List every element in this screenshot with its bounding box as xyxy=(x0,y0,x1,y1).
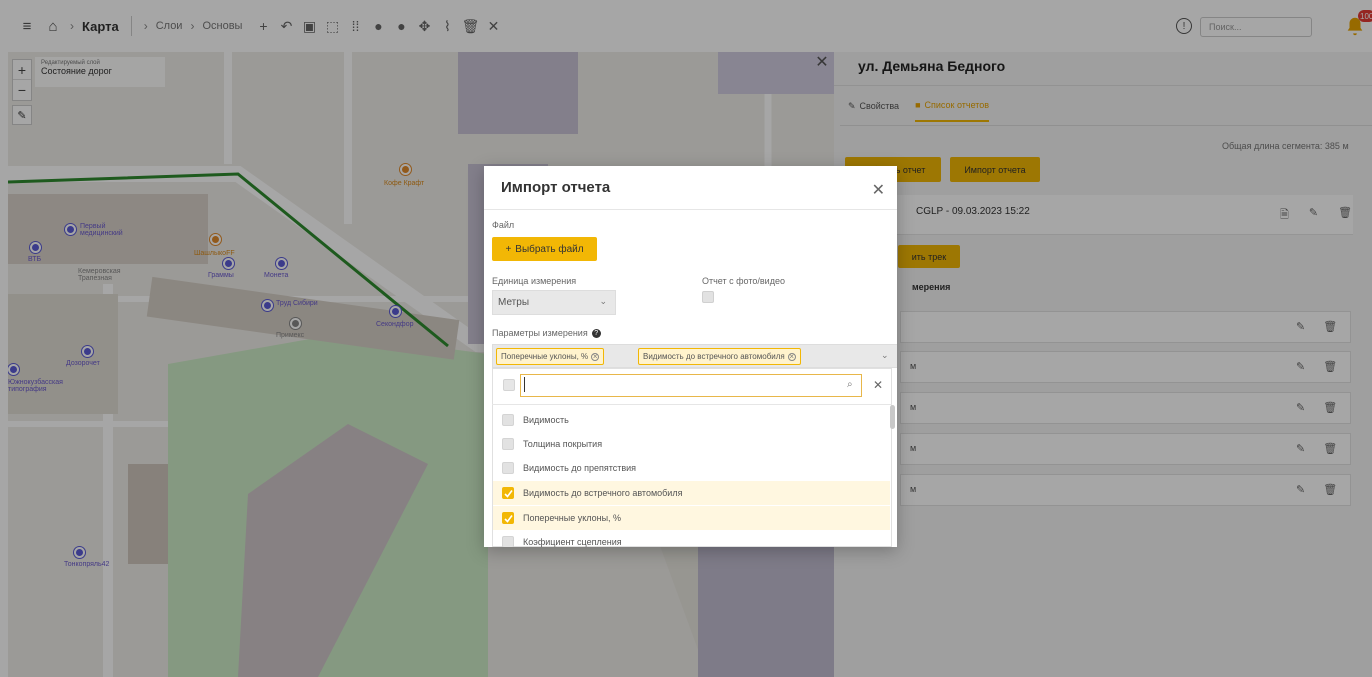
select-all-checkbox[interactable] xyxy=(503,379,515,391)
check-icon xyxy=(503,489,513,498)
param-option[interactable]: Видимость до препятствия xyxy=(493,456,890,480)
tag-label: Поперечные уклоны, % xyxy=(501,352,589,361)
unit-label: Единица измерения xyxy=(492,276,577,286)
option-label: Толщина покрытия xyxy=(523,439,603,449)
option-label: Коэфициент сцепления xyxy=(523,537,622,547)
param-option[interactable]: Коэфициент сцепления xyxy=(493,530,890,547)
divider xyxy=(492,404,892,405)
selected-tag: Видимость до встречного автомобиля × xyxy=(638,348,801,365)
search-icon: ⌕ xyxy=(847,379,853,390)
chevron-down-icon[interactable]: ⌄ xyxy=(881,350,889,361)
params-search-input[interactable] xyxy=(520,374,862,397)
help-icon[interactable]: ? xyxy=(591,329,601,339)
unit-value: Метры xyxy=(498,297,530,308)
option-label: Видимость до встречного автомобиля xyxy=(523,488,683,498)
param-option[interactable]: Видимость xyxy=(493,408,890,432)
param-option[interactable]: Толщина покрытия xyxy=(493,432,890,456)
text-cursor xyxy=(524,377,525,392)
params-label: Параметры измерения? xyxy=(492,328,601,339)
option-checkbox[interactable] xyxy=(502,487,514,499)
option-label: Видимость до препятствия xyxy=(523,463,637,473)
option-checkbox[interactable] xyxy=(502,438,514,450)
option-checkbox[interactable] xyxy=(502,536,514,547)
check-icon xyxy=(503,514,513,523)
plus-icon: + xyxy=(505,243,512,255)
file-label: Файл xyxy=(492,220,515,230)
photo-label: Отчет с фото/видео xyxy=(702,276,785,286)
unit-select[interactable]: Метры ⌄ xyxy=(492,290,616,315)
import-report-dialog: Импорт отчета ✕ Файл + Выбрать файл Един… xyxy=(484,166,897,547)
photo-video-checkbox[interactable] xyxy=(702,291,714,303)
option-checkbox[interactable] xyxy=(502,414,514,426)
selected-tag: Поперечные уклоны, % × xyxy=(496,348,605,365)
chevron-down-icon: ⌄ xyxy=(599,296,607,306)
option-label: Видимость xyxy=(523,415,569,425)
remove-tag-icon[interactable]: × xyxy=(787,352,796,361)
param-option[interactable]: Видимость до встречного автомобиля xyxy=(493,481,890,505)
param-option[interactable]: Поперечные уклоны, % xyxy=(493,506,890,530)
option-checkbox[interactable] xyxy=(502,462,514,474)
dropdown-scrollbar[interactable] xyxy=(890,405,895,429)
remove-tag-icon[interactable]: × xyxy=(591,352,600,361)
close-dialog-icon[interactable]: ✕ xyxy=(872,180,885,200)
params-label-text: Параметры измерения xyxy=(492,328,588,338)
choose-file-label: Выбрать файл xyxy=(515,243,584,255)
divider xyxy=(484,209,897,210)
dialog-title: Импорт отчета xyxy=(501,179,611,196)
clear-search-icon[interactable]: ✕ xyxy=(873,378,883,392)
tag-label: Видимость до встречного автомобиля xyxy=(643,352,785,361)
option-label: Поперечные уклоны, % xyxy=(523,513,622,523)
choose-file-button[interactable]: + Выбрать файл xyxy=(492,237,597,261)
option-checkbox[interactable] xyxy=(502,512,514,524)
